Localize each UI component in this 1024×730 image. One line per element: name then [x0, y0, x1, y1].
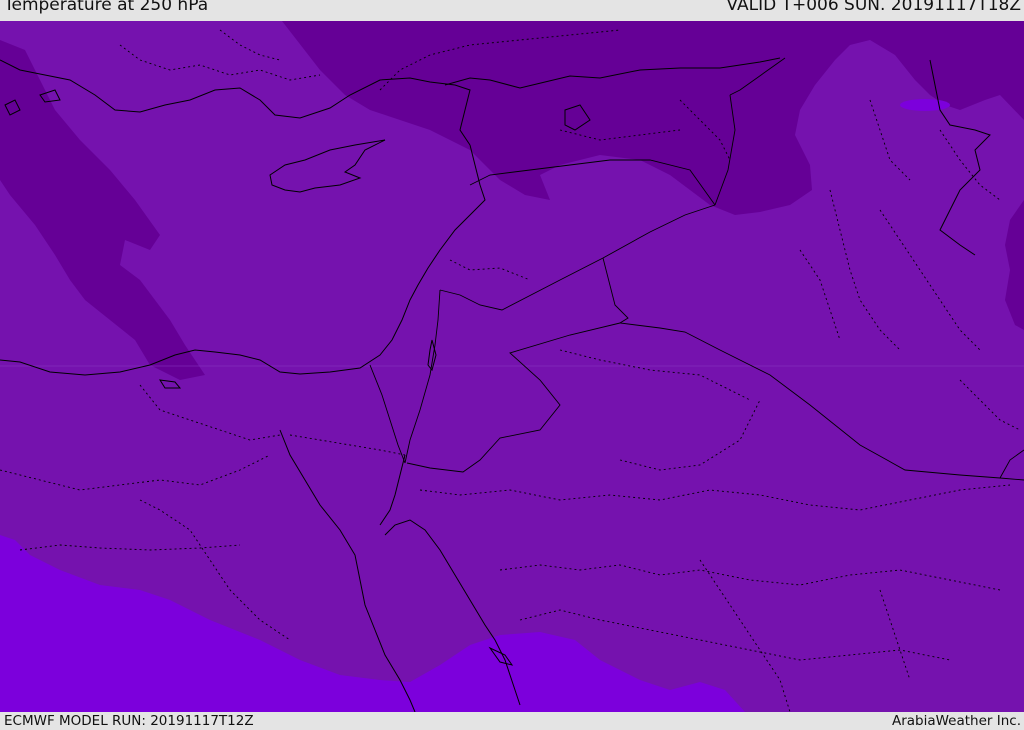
weather-map [0, 21, 1024, 712]
map-title: Temperature at 250 hPa [4, 0, 209, 15]
header-bar: Temperature at 250 hPa VALID T+006 SUN. … [0, 0, 1024, 21]
model-run: ECMWF MODEL RUN: 20191117T12Z [4, 713, 254, 729]
credit: ArabiaWeather Inc. [891, 713, 1021, 729]
map-canvas [0, 21, 1024, 712]
valid-time: VALID T+006 SUN. 20191117T18Z [726, 0, 1021, 15]
warm-spot-caspian [900, 99, 950, 111]
footer-bar: ECMWF MODEL RUN: 20191117T12Z ArabiaWeat… [0, 712, 1024, 729]
